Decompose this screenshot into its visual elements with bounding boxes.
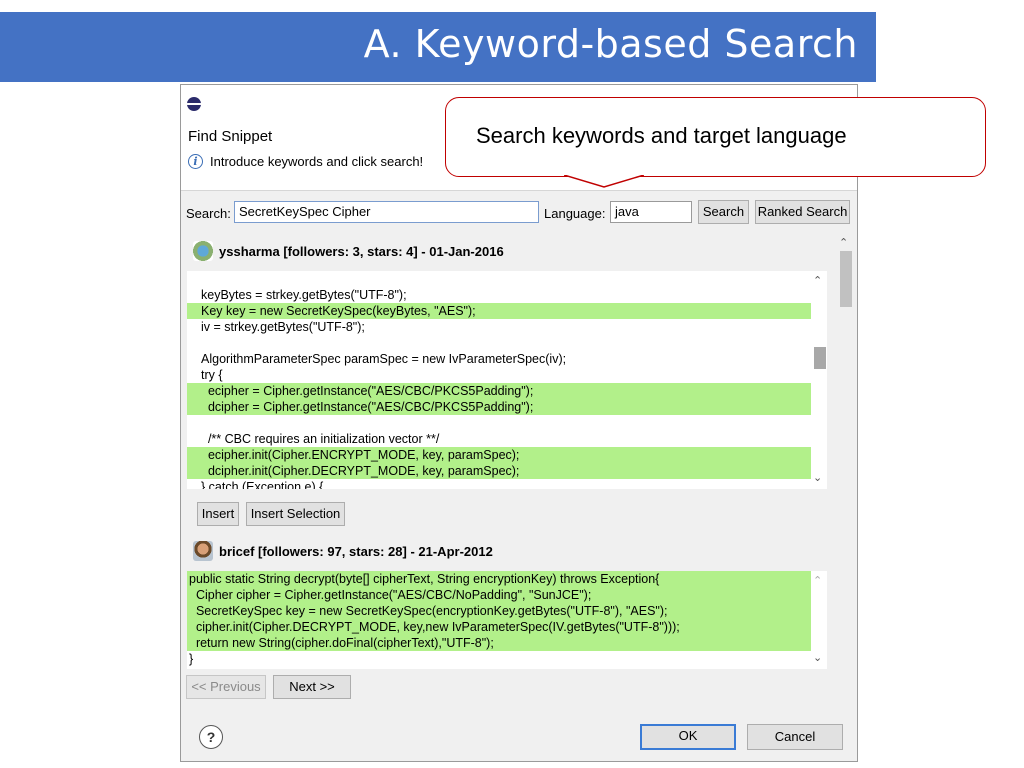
code-line-highlighted: ecipher.init(Cipher.ENCRYPT_MODE, key, p…: [187, 447, 811, 463]
search-button[interactable]: Search: [698, 200, 749, 224]
code-line-highlighted: Cipher cipher = Cipher.getInstance("AES/…: [187, 587, 811, 603]
ranked-search-button[interactable]: Ranked Search: [755, 200, 850, 224]
find-snippet-dialog: Find Snippet i Introduce keywords and cl…: [180, 84, 858, 762]
code-line: }: [189, 652, 194, 666]
code-line: AlgorithmParameterSpec paramSpec = new I…: [201, 352, 567, 366]
code-line-highlighted: dcipher = Cipher.getInstance("AES/CBC/PK…: [187, 399, 811, 415]
language-input[interactable]: java: [610, 201, 692, 223]
result-2-scrollbar[interactable]: ⌃ ⌄: [811, 571, 827, 669]
insert-selection-button[interactable]: Insert Selection: [246, 502, 345, 526]
result-1-scrollbar[interactable]: ⌃ ⌄: [811, 271, 827, 489]
language-label: Language:: [544, 206, 606, 221]
ok-button[interactable]: OK: [640, 724, 736, 750]
banner-corner: [862, 12, 876, 26]
avatar: [193, 541, 213, 561]
callout-text: Search keywords and target language: [476, 123, 847, 148]
code-line: } catch (Exception e) {: [201, 480, 324, 489]
cancel-button[interactable]: Cancel: [747, 724, 843, 750]
code-line: keyBytes = strkey.getBytes("UTF-8");: [201, 288, 407, 302]
result-1-code[interactable]: keyBytes = strkey.getBytes("UTF-8"); Key…: [187, 271, 811, 489]
code-line-highlighted: public static String decrypt(byte[] ciph…: [187, 571, 811, 587]
code-line-highlighted: Key key = new SecretKeySpec(keyBytes, "A…: [187, 303, 811, 319]
chevron-up-icon[interactable]: ⌃: [839, 236, 848, 249]
search-input[interactable]: SecretKeySpec Cipher: [234, 201, 539, 223]
app-icon: [187, 97, 201, 111]
help-icon[interactable]: ?: [199, 725, 223, 749]
chevron-up-icon[interactable]: ⌃: [813, 274, 822, 287]
slide-title-banner: A. Keyword-based Search: [0, 12, 876, 82]
code-line-highlighted: return new String(cipher.doFinal(cipherT…: [187, 635, 811, 651]
result-2-author: bricef [followers: 97, stars: 28] - 21-A…: [219, 544, 493, 559]
chevron-down-icon[interactable]: ⌄: [813, 471, 822, 484]
code-line: try {: [201, 368, 223, 382]
info-message: Introduce keywords and click search!: [210, 154, 424, 169]
info-icon: i: [188, 154, 203, 169]
avatar: [193, 241, 213, 261]
code-line-highlighted: dcipher.init(Cipher.DECRYPT_MODE, key, p…: [187, 463, 811, 479]
results-scrollbar[interactable]: ⌃: [837, 235, 853, 669]
code-line-highlighted: ecipher = Cipher.getInstance("AES/CBC/PK…: [187, 383, 811, 399]
callout-box: Search keywords and target language: [445, 97, 986, 177]
next-button[interactable]: Next >>: [273, 675, 351, 699]
chevron-up-icon[interactable]: ⌃: [813, 574, 822, 587]
results-scrollbar-thumb[interactable]: [840, 251, 852, 307]
slide-title: A. Keyword-based Search: [363, 22, 858, 66]
previous-button[interactable]: << Previous: [186, 675, 266, 699]
chevron-down-icon[interactable]: ⌄: [813, 651, 822, 664]
code-line: iv = strkey.getBytes("UTF-8");: [201, 320, 365, 334]
dialog-title: Find Snippet: [188, 128, 273, 145]
code-line-highlighted: SecretKeySpec key = new SecretKeySpec(en…: [187, 603, 811, 619]
result-1-scrollbar-thumb[interactable]: [814, 347, 826, 369]
callout-tail: [564, 175, 644, 188]
insert-button[interactable]: Insert: [197, 502, 239, 526]
result-1-author: yssharma [followers: 3, stars: 4] - 01-J…: [219, 244, 504, 259]
result-2-code[interactable]: public static String decrypt(byte[] ciph…: [187, 571, 811, 669]
code-line-highlighted: cipher.init(Cipher.DECRYPT_MODE, key,new…: [187, 619, 811, 635]
search-label: Search:: [186, 206, 231, 221]
results-panel: ⌃ yssharma [followers: 3, stars: 4] - 01…: [187, 235, 855, 669]
code-line: /** CBC requires an initialization vecto…: [201, 432, 440, 446]
